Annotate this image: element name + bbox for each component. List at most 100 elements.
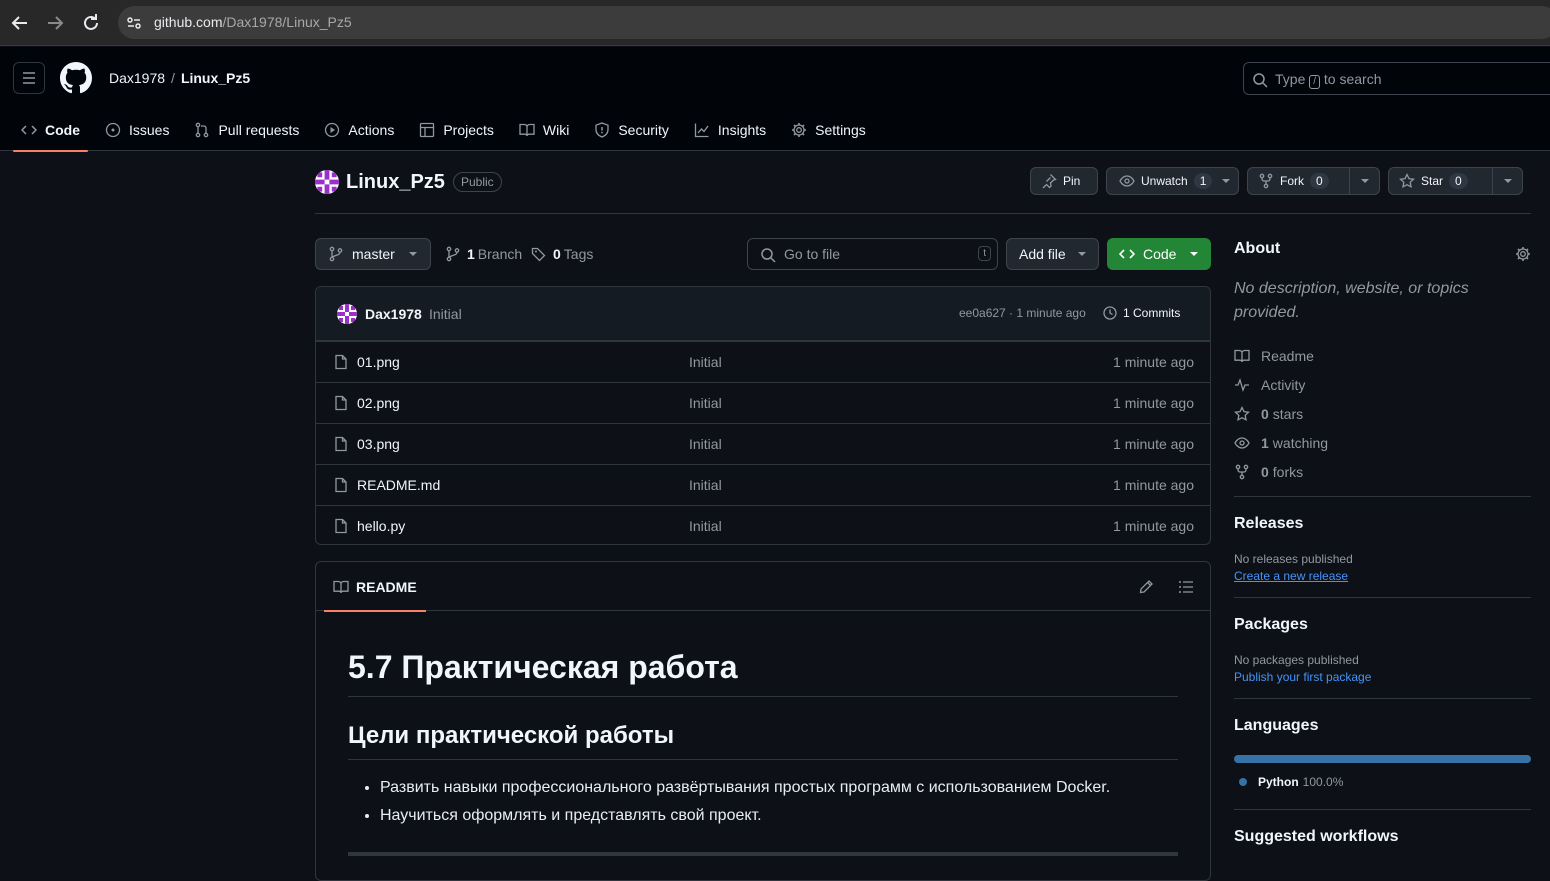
owner-link[interactable]: Dax1978 <box>109 70 165 86</box>
file-row[interactable]: hello.py Initial 1 minute ago <box>316 505 1210 544</box>
file-commit-message[interactable]: Initial <box>689 477 722 493</box>
tab-issues[interactable]: Issues <box>97 109 177 151</box>
url-path: /Dax1978/Linux_Pz5 <box>222 14 352 30</box>
file-name[interactable]: 02.png <box>357 395 400 411</box>
commit-message[interactable]: Initial <box>429 306 462 322</box>
file-commit-message[interactable]: Initial <box>689 518 722 534</box>
branches-link[interactable]: 1 Branch <box>445 246 522 262</box>
back-button[interactable] <box>8 11 32 35</box>
repo-link[interactable]: Linux_Pz5 <box>181 70 250 86</box>
releases-empty-text: No releases published <box>1234 552 1353 566</box>
tab-code[interactable]: Code <box>13 109 88 152</box>
create-release-link[interactable]: Create a new release <box>1234 569 1531 583</box>
pencil-icon[interactable] <box>1138 579 1154 595</box>
owner-avatar[interactable] <box>315 170 339 194</box>
tags-link[interactable]: 0 Tags <box>531 246 593 262</box>
watching-link[interactable]: 1 watching <box>1234 428 1531 457</box>
tag-icon <box>531 247 546 262</box>
add-file-button[interactable]: Add file <box>1006 238 1099 270</box>
arrow-left-icon <box>11 16 27 30</box>
file-icon <box>335 477 347 493</box>
file-row[interactable]: 02.png Initial 1 minute ago <box>316 382 1210 423</box>
language-color-dot <box>1239 778 1247 786</box>
tab-label: Pull requests <box>218 122 300 138</box>
file-row[interactable]: 03.png Initial 1 minute ago <box>316 423 1210 464</box>
url-host: github.com <box>154 14 223 30</box>
packages-title[interactable]: Packages <box>1234 616 1531 634</box>
file-row[interactable]: README.md Initial 1 minute ago <box>316 464 1210 505</box>
fork-dropdown[interactable] <box>1349 168 1379 194</box>
commit-author[interactable]: Dax1978 <box>365 306 422 322</box>
commit-hash-time[interactable]: ee0a627 · 1 minute ago <box>959 306 1086 320</box>
fork-button[interactable]: Fork 0 <box>1247 167 1380 195</box>
file-commit-time: 1 minute ago <box>1113 477 1194 493</box>
gear-icon[interactable] <box>1515 246 1531 262</box>
site-settings-icon[interactable] <box>126 15 142 31</box>
address-bar[interactable]: github.com/Dax1978/Linux_Pz5 <box>118 6 1550 39</box>
suggested-workflows-title: Suggested workflows <box>1234 828 1399 845</box>
file-name[interactable]: README.md <box>357 477 440 493</box>
language-item[interactable]: Python 100.0% <box>1234 775 1531 789</box>
file-commit-message[interactable]: Initial <box>689 436 722 452</box>
identicon-icon <box>315 170 339 194</box>
forks-link[interactable]: 0 forks <box>1234 457 1531 486</box>
url-text: github.com/Dax1978/Linux_Pz5 <box>154 14 352 30</box>
unwatch-button[interactable]: Unwatch 1 <box>1106 167 1239 195</box>
fork-icon <box>1259 173 1273 189</box>
reload-button[interactable] <box>79 11 103 35</box>
tab-security[interactable]: Security <box>586 109 677 151</box>
file-commit-message[interactable]: Initial <box>689 395 722 411</box>
star-dropdown[interactable] <box>1492 168 1522 194</box>
readme-link[interactable]: Readme <box>1234 341 1531 370</box>
fork-count: 0 <box>1310 173 1329 189</box>
branch-count: 1 <box>467 246 475 262</box>
issue-icon <box>105 122 121 138</box>
readme-goals-list: Развить навыки профессионального развёрт… <box>348 776 1178 828</box>
identicon-icon <box>337 304 357 324</box>
tab-wiki[interactable]: Wiki <box>511 109 577 151</box>
tab-actions[interactable]: Actions <box>316 109 402 151</box>
file-row[interactable]: 01.png Initial 1 minute ago <box>316 341 1210 382</box>
stars-label: stars <box>1272 405 1304 422</box>
file-commit-message[interactable]: Initial <box>689 354 722 370</box>
global-search[interactable]: Type / to search <box>1243 62 1550 95</box>
repo-name[interactable]: Linux_Pz5 <box>346 171 445 194</box>
browser-toolbar: github.com/Dax1978/Linux_Pz5 <box>0 0 1550 46</box>
forward-button[interactable] <box>43 11 67 35</box>
file-name[interactable]: 01.png <box>357 354 400 370</box>
publish-package-link[interactable]: Publish your first package <box>1234 670 1531 684</box>
menu-button[interactable] <box>13 62 45 94</box>
tab-insights[interactable]: Insights <box>686 109 774 151</box>
file-name[interactable]: hello.py <box>357 518 405 534</box>
pin-button[interactable]: Pin <box>1030 167 1098 195</box>
file-name[interactable]: 03.png <box>357 436 400 452</box>
branch-select[interactable]: master <box>315 238 431 270</box>
latest-commit-bar: Dax1978 Initial ee0a627 · 1 minute ago 1… <box>316 287 1210 341</box>
forks-count: 0 <box>1261 463 1269 480</box>
star-button[interactable]: Star 0 <box>1388 167 1523 195</box>
tab-settings[interactable]: Settings <box>783 109 874 151</box>
shield-icon <box>595 122 609 138</box>
about-links: Readme Activity 0 stars 1 watching 0 forks <box>1234 341 1531 486</box>
commits-link[interactable]: 1 Commits <box>1102 305 1180 321</box>
tab-projects[interactable]: Projects <box>411 109 502 151</box>
go-to-file-input[interactable]: Go to file t <box>747 238 998 270</box>
pull-request-icon <box>196 122 209 138</box>
stars-link[interactable]: 0 stars <box>1234 399 1531 428</box>
tab-pull-requests[interactable]: Pull requests <box>186 109 307 151</box>
history-icon <box>1103 306 1117 320</box>
stars-count: 0 <box>1261 405 1269 422</box>
go-to-file-placeholder: Go to file <box>784 246 841 262</box>
list-icon[interactable] <box>1178 579 1194 595</box>
commit-author-avatar[interactable] <box>337 304 357 324</box>
releases-title[interactable]: Releases <box>1234 515 1531 533</box>
file-icon <box>335 436 347 452</box>
activity-link[interactable]: Activity <box>1234 370 1531 399</box>
branch-label: Branch <box>477 246 523 262</box>
readme-tab[interactable]: README <box>324 562 426 612</box>
repo-tabs: Code Issues Pull requests Actions Projec… <box>13 109 883 152</box>
code-button[interactable]: Code <box>1107 238 1211 270</box>
activity-link-label: Activity <box>1261 376 1306 393</box>
github-logo[interactable] <box>60 62 92 94</box>
readme-divider <box>348 852 1178 856</box>
